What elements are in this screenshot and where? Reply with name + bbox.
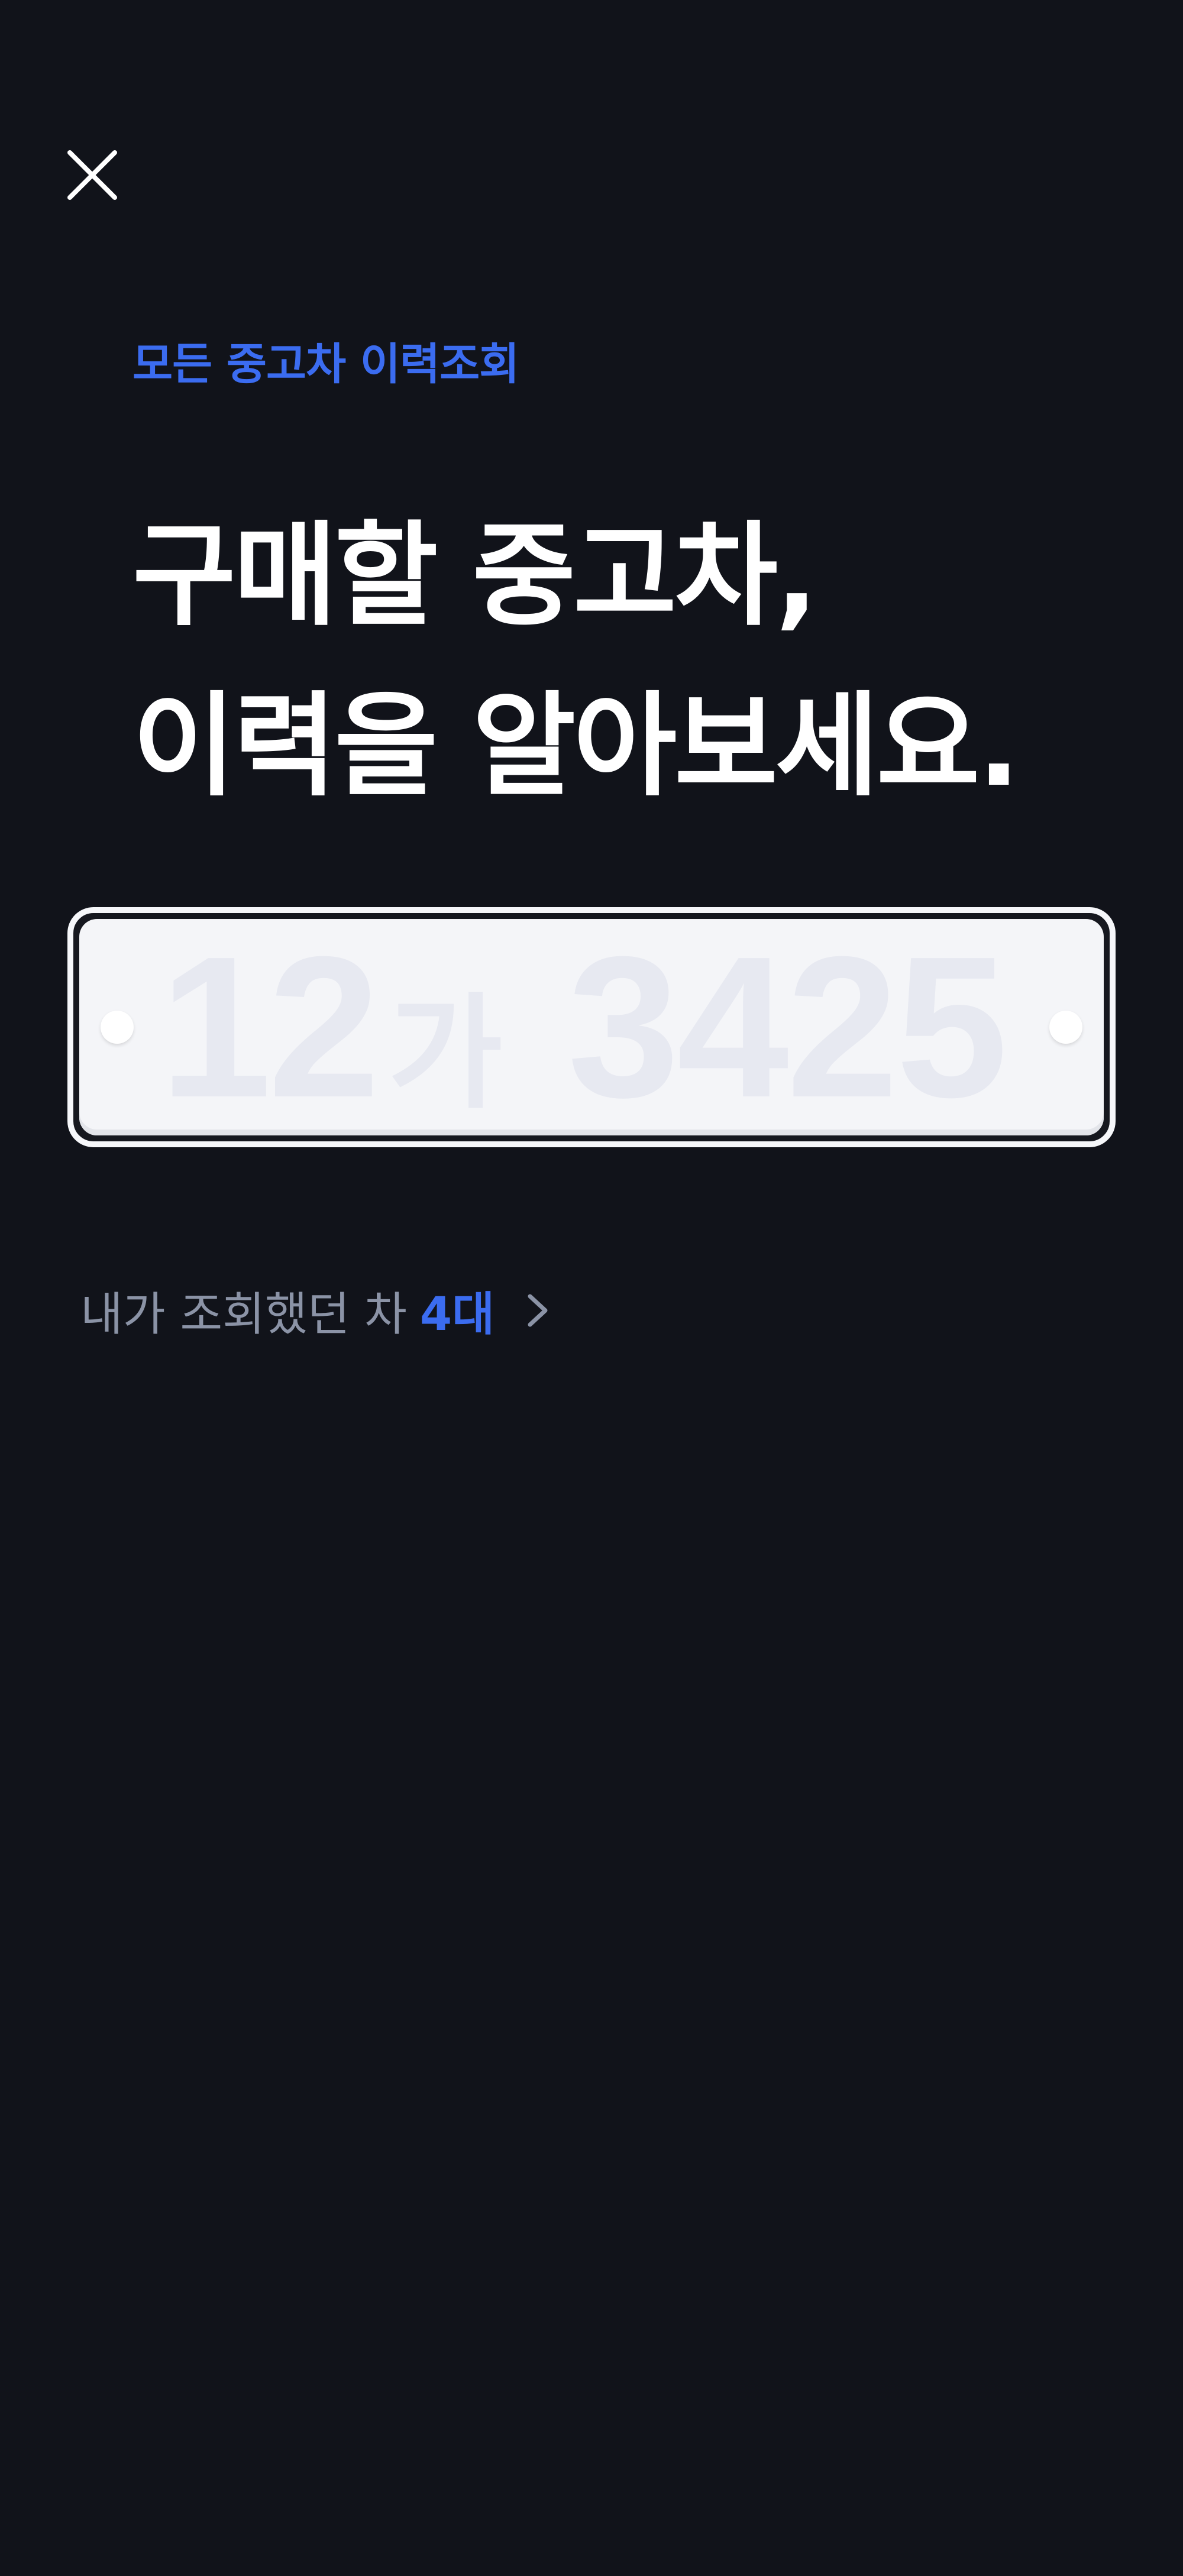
plate-placeholder-hangul: 가 (388, 980, 503, 1126)
plate-bolt-right (1049, 1011, 1082, 1044)
plate-bolt-left (101, 1011, 134, 1044)
headline-line-1: 구매할 중고차, (132, 510, 818, 641)
chevron-right-icon (528, 1294, 548, 1327)
recent-history-link[interactable]: 내가 조회했던 차 4대 (80, 1277, 554, 1344)
history-count: 4대 (419, 1288, 494, 1341)
plate-placeholder-front: 12 (160, 919, 380, 1135)
license-plate-face: 12 가 3425 (79, 919, 1104, 1135)
close-button[interactable] (59, 142, 125, 208)
plate-placeholder-back: 3425 (567, 919, 1008, 1135)
plate-placeholder: 12 가 3425 (160, 919, 1008, 1135)
headline-line-2: 이력을 알아보세요. (132, 681, 1020, 811)
page-eyebrow: 모든 중고차 이력조회 (132, 339, 519, 390)
license-plate-input[interactable]: 12 가 3425 (67, 907, 1116, 1147)
history-label: 내가 조회했던 차 (80, 1288, 407, 1341)
close-icon (67, 150, 117, 200)
page-title: 구매할 중고차, 이력을 알아보세요. (132, 491, 1020, 831)
